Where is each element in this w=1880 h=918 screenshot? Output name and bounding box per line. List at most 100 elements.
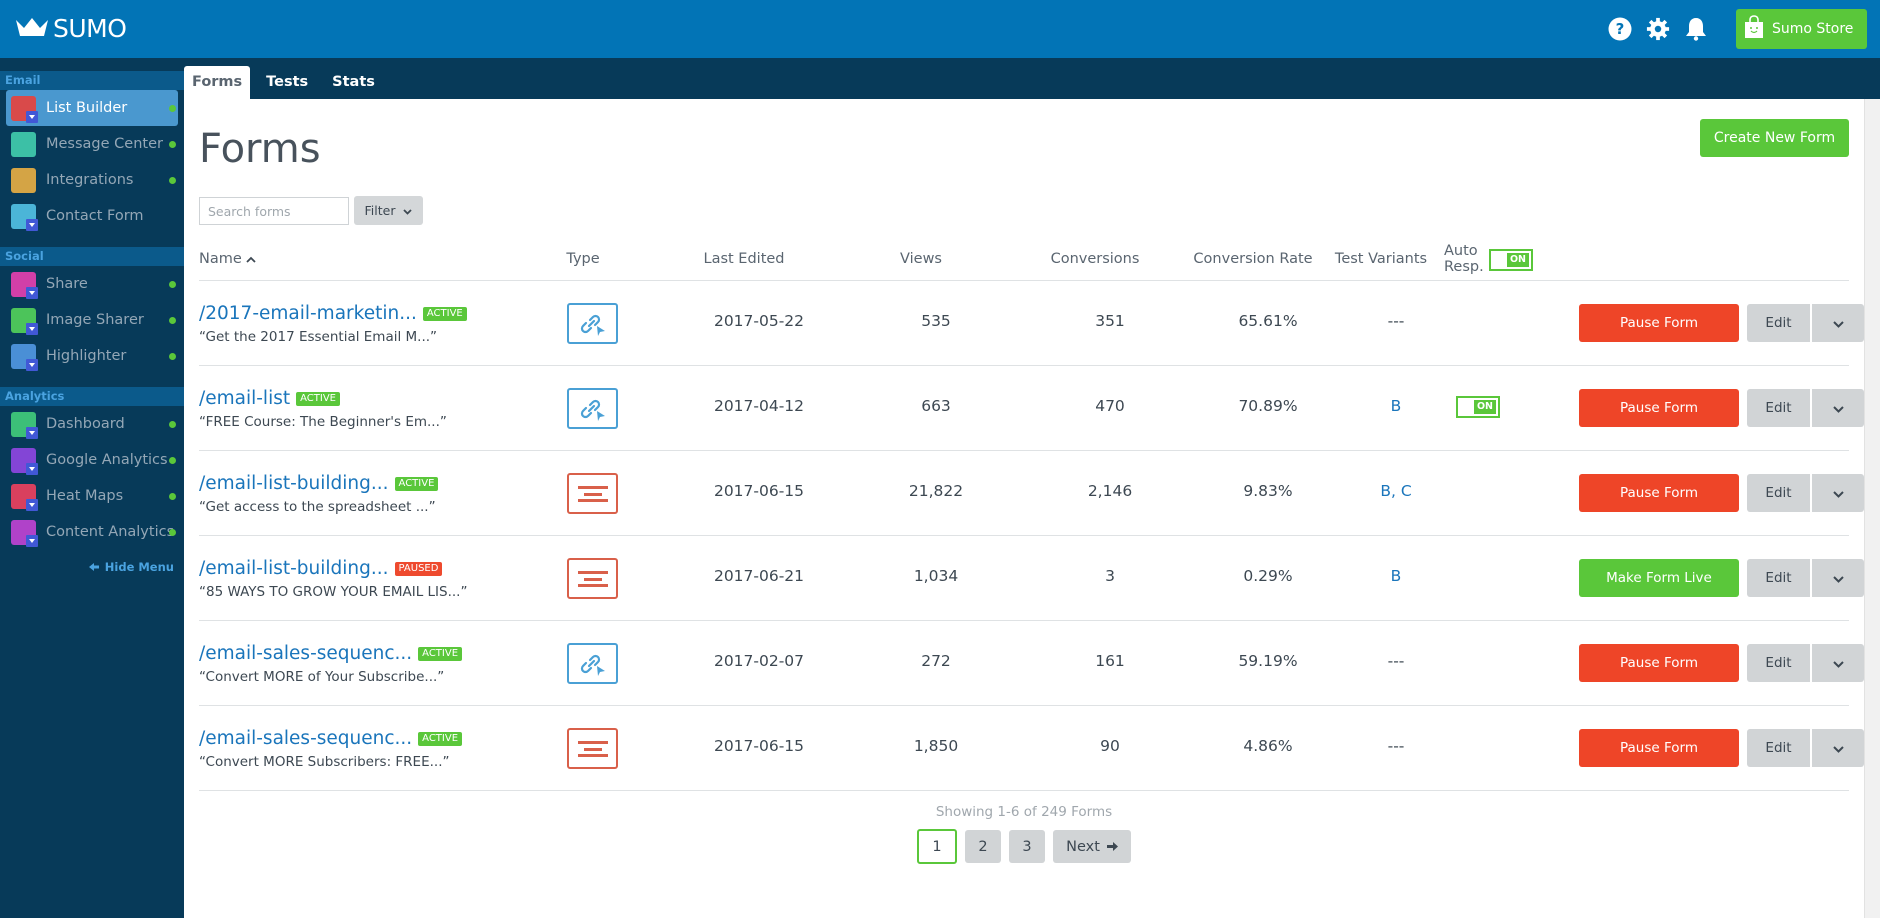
pause-form-button[interactable]: Pause Form [1579,304,1739,342]
heat-maps-icon [11,483,38,511]
sidebar-item-contact-form[interactable]: Contact Form [6,198,178,234]
edit-button[interactable]: Edit [1747,644,1810,682]
arrow-right-icon [1106,839,1118,855]
table-row: /email-list-building... ACTIVE “Get acce… [199,451,1864,536]
form-name-link[interactable]: /email-list-building... ACTIVE [199,473,439,494]
sidebar-item-dashboard[interactable]: Dashboard [6,406,178,442]
more-options-button[interactable] [1812,389,1864,427]
share-icon [11,271,38,299]
pause-form-button[interactable]: Pause Form [1579,474,1739,512]
more-options-button[interactable] [1812,474,1864,512]
content-analytics-icon [11,519,38,547]
sidebar-item-label: Share [46,276,88,292]
sidebar-item-image-sharer[interactable]: Image Sharer [6,302,178,338]
auto-resp-master-toggle[interactable]: ON [1489,249,1533,271]
test-variants[interactable]: B, C [1380,482,1411,500]
pause-form-button[interactable]: Pause Form [1579,729,1739,767]
arrow-left-icon [88,560,99,574]
edit-button[interactable]: Edit [1747,729,1810,767]
sidebar-item-integrations[interactable]: Integrations [6,162,178,198]
logo-text: SUMO [53,14,127,43]
contact-form-icon [11,203,38,231]
status-dot [169,457,176,464]
form-name-link[interactable]: /email-sales-sequenc... ACTIVE [199,728,463,749]
auto-resp-toggle[interactable]: ON [1456,396,1500,418]
conversion-rate: 4.86% [1243,737,1293,755]
pro-gem-icon [26,462,38,475]
more-options-button[interactable] [1812,304,1864,342]
sidebar-item-heat-maps[interactable]: Heat Maps [6,478,178,514]
form-name-link[interactable]: /email-list-building... PAUSED [199,558,443,579]
status-badge: ACTIVE [418,731,463,746]
sumo-logo[interactable]: SUMO [15,14,127,43]
sidebar-item-google-analytics[interactable]: Google Analytics [6,442,178,478]
views: 1,034 [913,567,959,585]
test-variants: --- [1387,312,1405,330]
make-form-live-button[interactable]: Make Form Live [1579,559,1739,597]
pro-gem-icon [26,358,38,371]
hide-menu-button[interactable]: Hide Menu [88,560,174,574]
more-options-button[interactable] [1812,559,1864,597]
gear-icon[interactable] [1646,17,1670,41]
highlighter-icon [11,343,38,371]
sidebar-section-email: Email [0,71,184,90]
pro-gem-icon [26,322,38,335]
pro-gem-icon [26,498,38,511]
test-variants: --- [1387,652,1405,670]
status-badge: PAUSED [394,561,443,576]
edit-button[interactable]: Edit [1747,389,1810,427]
form-name-link[interactable]: /2017-email-marketin... ACTIVE [199,303,467,324]
views: 535 [921,312,951,330]
sidebar-item-content-analytics[interactable]: Content Analytics [6,514,178,550]
form-name-link[interactable]: /email-list ACTIVE [199,388,340,409]
test-variants[interactable]: B [1391,567,1402,585]
views: 663 [921,397,951,415]
sidebar-section-analytics: Analytics [0,387,184,406]
page-3-button[interactable]: 3 [1009,830,1045,863]
sidebar-item-message-center[interactable]: Message Center [6,126,178,162]
tab-tests[interactable]: Tests [258,66,316,99]
column-name[interactable]: Name [199,251,257,267]
sidebar-section-social: Social [0,247,184,266]
sidebar-item-list-builder[interactable]: List Builder [6,90,178,126]
test-variants[interactable]: B [1391,397,1402,415]
chevron-down-icon [1832,656,1844,671]
create-new-form-button[interactable]: Create New Form [1700,119,1849,157]
shopping-bag-icon [1744,15,1764,43]
page-2-button[interactable]: 2 [965,830,1001,863]
vertical-scrollbar[interactable] [1864,99,1880,918]
next-page-button[interactable]: Next [1053,830,1131,863]
table-row: /2017-email-marketin... ACTIVE “Get the … [199,281,1864,366]
page-1-button[interactable]: 1 [917,829,957,864]
edit-button[interactable]: Edit [1747,559,1810,597]
edit-button[interactable]: Edit [1747,304,1810,342]
conversions: 3 [1105,567,1115,585]
filter-label: Filter [364,203,396,218]
sidebar-item-highlighter[interactable]: Highlighter [6,338,178,374]
pause-form-button[interactable]: Pause Form [1579,644,1739,682]
table-header: Name Type Last Edited Views Conversions … [199,239,1849,281]
tab-forms[interactable]: Forms [184,66,251,99]
pro-gem-icon [26,286,38,299]
sidebar-item-label: Google Analytics [46,452,168,468]
message-center-icon [11,131,36,157]
filter-dropdown[interactable]: Filter [354,196,423,225]
search-forms-input[interactable] [199,197,349,225]
pause-form-button[interactable]: Pause Form [1579,389,1739,427]
edit-button[interactable]: Edit [1747,474,1810,512]
bell-icon[interactable] [1684,17,1708,41]
integrations-icon [11,167,36,193]
sumo-store-button[interactable]: Sumo Store [1736,9,1867,49]
image-sharer-icon [11,307,38,335]
more-options-button[interactable] [1812,729,1864,767]
test-variants: --- [1387,737,1405,755]
form-name-link[interactable]: /email-sales-sequenc... ACTIVE [199,643,463,664]
tab-stats[interactable]: Stats [324,66,383,99]
sidebar-item-share[interactable]: Share [6,266,178,302]
form-headline: “Convert MORE of Your Subscribe...” [199,669,445,685]
sidebar-item-label: Dashboard [46,416,125,432]
help-icon[interactable]: ? [1608,17,1632,41]
more-options-button[interactable] [1812,644,1864,682]
conversions: 161 [1095,652,1125,670]
chevron-down-icon [1832,571,1844,586]
